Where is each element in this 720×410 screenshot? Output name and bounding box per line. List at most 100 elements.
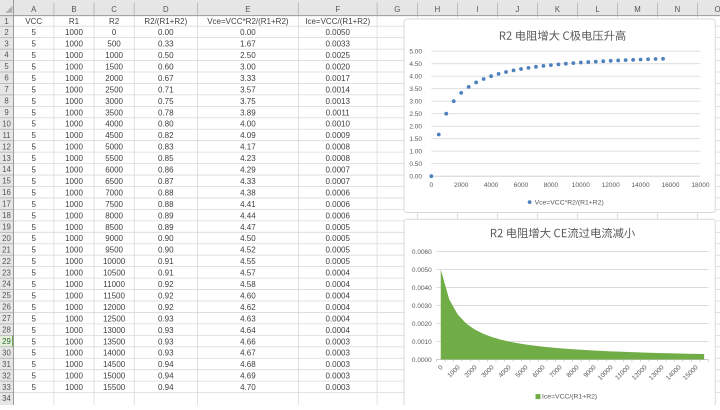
svg-text:7500: 7500	[105, 200, 123, 209]
svg-text:4.38: 4.38	[240, 188, 256, 197]
svg-text:5: 5	[31, 280, 36, 289]
svg-text:0.0004: 0.0004	[325, 314, 350, 323]
svg-text:10500: 10500	[103, 269, 126, 278]
svg-text:G: G	[394, 5, 400, 14]
svg-text:0.0025: 0.0025	[325, 51, 350, 60]
svg-text:4.50: 4.50	[240, 234, 256, 243]
svg-text:12500: 12500	[103, 314, 126, 323]
svg-text:0.94: 0.94	[158, 383, 174, 392]
svg-text:7000: 7000	[105, 188, 123, 197]
svg-text:4: 4	[4, 51, 9, 60]
svg-text:14000: 14000	[103, 349, 126, 358]
svg-text:1000: 1000	[65, 28, 83, 37]
svg-text:4.00: 4.00	[240, 120, 256, 129]
svg-text:5: 5	[31, 360, 36, 369]
svg-text:0.88: 0.88	[158, 188, 174, 197]
svg-text:4.62: 4.62	[240, 303, 256, 312]
svg-text:15: 15	[2, 177, 11, 186]
svg-text:22: 22	[2, 257, 11, 266]
svg-text:0.86: 0.86	[158, 166, 174, 175]
svg-text:1000: 1000	[65, 200, 83, 209]
svg-text:O: O	[714, 5, 720, 14]
svg-text:26: 26	[2, 303, 11, 312]
svg-text:16000: 16000	[661, 182, 679, 189]
svg-text:0.00: 0.00	[409, 174, 422, 181]
svg-text:5: 5	[31, 85, 36, 94]
svg-text:11: 11	[2, 131, 10, 140]
svg-text:2000: 2000	[105, 74, 123, 83]
svg-text:1000: 1000	[65, 188, 83, 197]
svg-text:2500: 2500	[105, 85, 123, 94]
svg-text:5: 5	[31, 177, 36, 186]
svg-text:4500: 4500	[105, 131, 123, 140]
svg-text:0.00: 0.00	[240, 28, 256, 37]
svg-text:1.50: 1.50	[409, 136, 422, 143]
svg-text:0.0014: 0.0014	[325, 85, 350, 94]
svg-text:1000: 1000	[65, 62, 83, 71]
svg-text:J: J	[516, 5, 520, 14]
svg-text:4.64: 4.64	[240, 326, 256, 335]
svg-text:4000: 4000	[105, 120, 123, 129]
svg-text:1000: 1000	[65, 143, 83, 152]
svg-text:Ice=VCC/(R1+R2): Ice=VCC/(R1+R2)	[542, 393, 597, 400]
svg-text:5.00: 5.00	[409, 49, 422, 56]
svg-text:0.94: 0.94	[158, 360, 174, 369]
svg-text:4.70: 4.70	[240, 383, 256, 392]
svg-text:1000: 1000	[65, 154, 83, 163]
svg-text:R2: R2	[109, 17, 120, 26]
svg-text:6000: 6000	[105, 166, 123, 175]
svg-text:0.0003: 0.0003	[325, 349, 350, 358]
svg-text:M: M	[634, 5, 641, 14]
svg-text:1000: 1000	[65, 326, 83, 335]
svg-text:0.0008: 0.0008	[325, 143, 350, 152]
svg-text:Ice=VCC/(R1+R2): Ice=VCC/(R1+R2)	[305, 17, 370, 26]
svg-text:0.0007: 0.0007	[325, 166, 350, 175]
svg-text:6000: 6000	[514, 182, 529, 189]
svg-text:0.71: 0.71	[158, 85, 174, 94]
svg-text:18: 18	[2, 211, 11, 220]
svg-text:28: 28	[2, 326, 11, 335]
svg-text:5: 5	[31, 40, 36, 49]
svg-text:13000: 13000	[103, 326, 126, 335]
svg-text:0.0005: 0.0005	[325, 246, 350, 255]
svg-text:5000: 5000	[105, 143, 123, 152]
svg-text:5: 5	[31, 97, 36, 106]
svg-text:0.88: 0.88	[158, 200, 174, 209]
svg-text:1000: 1000	[65, 291, 83, 300]
svg-text:2.00: 2.00	[409, 124, 422, 131]
svg-text:0.91: 0.91	[158, 257, 174, 266]
svg-text:8500: 8500	[105, 223, 123, 232]
svg-text:32: 32	[2, 371, 11, 380]
svg-text:0.0000: 0.0000	[412, 357, 432, 364]
svg-text:0.0007: 0.0007	[325, 177, 350, 186]
svg-text:5: 5	[31, 326, 36, 335]
svg-text:12000: 12000	[602, 182, 620, 189]
svg-text:34: 34	[2, 394, 11, 403]
svg-text:27: 27	[2, 314, 11, 323]
svg-text:5: 5	[31, 372, 36, 381]
svg-text:0.90: 0.90	[158, 234, 174, 243]
svg-text:1000: 1000	[65, 303, 83, 312]
svg-text:0.0003: 0.0003	[325, 383, 350, 392]
svg-text:0.91: 0.91	[158, 269, 174, 278]
svg-text:Vce=VCC*R2/(R1+R2): Vce=VCC*R2/(R1+R2)	[535, 199, 604, 206]
svg-text:5: 5	[31, 303, 36, 312]
svg-text:5: 5	[31, 62, 36, 71]
svg-text:4000: 4000	[484, 182, 499, 189]
svg-text:4.58: 4.58	[240, 280, 256, 289]
svg-text:16: 16	[2, 188, 11, 197]
svg-text:5: 5	[31, 131, 36, 140]
svg-text:0.50: 0.50	[409, 161, 422, 168]
svg-text:1000: 1000	[65, 246, 83, 255]
svg-text:0.00: 0.00	[158, 28, 174, 37]
svg-text:2.50: 2.50	[240, 51, 256, 60]
svg-text:N: N	[675, 5, 681, 14]
svg-text:0.0013: 0.0013	[325, 97, 350, 106]
svg-text:5: 5	[4, 62, 9, 71]
svg-text:4.66: 4.66	[240, 337, 256, 346]
svg-text:1000: 1000	[65, 177, 83, 186]
svg-text:VCC: VCC	[25, 17, 42, 26]
svg-text:0.0017: 0.0017	[325, 74, 350, 83]
svg-text:5: 5	[31, 200, 36, 209]
svg-text:5: 5	[31, 74, 36, 83]
